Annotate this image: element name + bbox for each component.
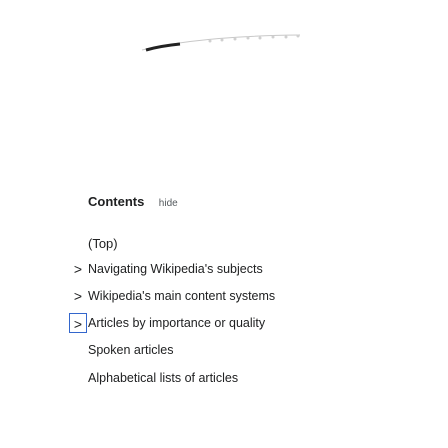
toc-item-spoken-articles[interactable]: Spoken articles <box>88 343 173 357</box>
chevron-right-icon[interactable]: > <box>69 286 87 306</box>
toc-title: Contents <box>88 194 145 209</box>
toc-item-label[interactable]: Articles by importance or quality <box>88 316 265 330</box>
toc-hide-button[interactable]: hide <box>159 198 178 209</box>
toc-item-articles-by-importance[interactable]: > Articles by importance or quality <box>69 313 399 335</box>
toc-item-alphabetical-lists[interactable]: Alphabetical lists of articles <box>88 371 238 385</box>
logo-fragment <box>141 34 301 52</box>
toc-item-top[interactable]: (Top) <box>88 236 118 251</box>
toc-item-main-content-systems[interactable]: > Wikipedia's main content systems <box>69 286 399 308</box>
toc-item-label[interactable]: Navigating Wikipedia's subjects <box>88 262 263 276</box>
toc-item-navigating-subjects[interactable]: > Navigating Wikipedia's subjects <box>69 259 399 281</box>
chevron-right-icon[interactable]: > <box>69 313 87 333</box>
toc-header: Contents hide <box>88 193 178 211</box>
toc-item-label[interactable]: Wikipedia's main content systems <box>88 289 275 303</box>
chevron-right-icon[interactable]: > <box>69 259 87 279</box>
